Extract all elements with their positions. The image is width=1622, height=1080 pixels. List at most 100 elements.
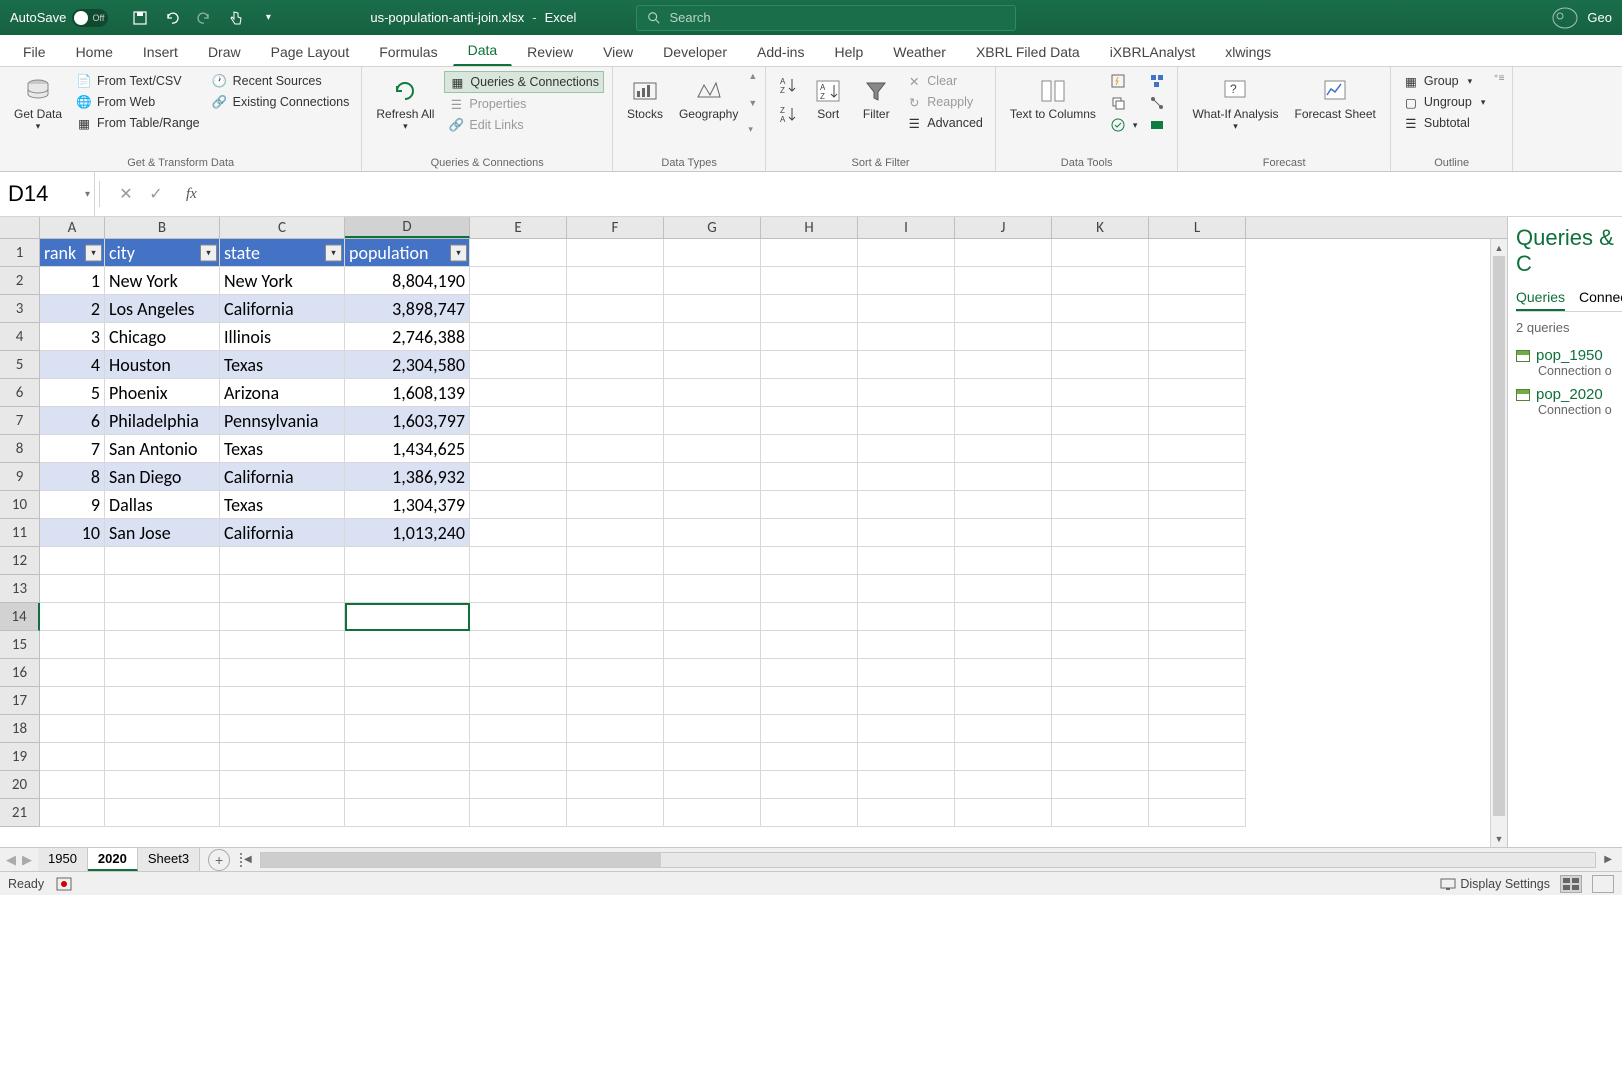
cell-K14[interactable]: [1052, 603, 1149, 631]
row-header-16[interactable]: 16: [0, 659, 40, 687]
cell-E14[interactable]: [470, 603, 567, 631]
select-all-button[interactable]: [0, 217, 40, 238]
cell-I19[interactable]: [858, 743, 955, 771]
cell-G6[interactable]: [664, 379, 761, 407]
datatype-down-button[interactable]: ▼: [748, 98, 757, 108]
cell-E19[interactable]: [470, 743, 567, 771]
cell-H10[interactable]: [761, 491, 858, 519]
cell-A3[interactable]: 2: [40, 295, 105, 323]
tab-add-ins[interactable]: Add-ins: [742, 37, 819, 66]
cell-C15[interactable]: [220, 631, 345, 659]
cell-C9[interactable]: California: [220, 463, 345, 491]
connections-tab[interactable]: Connect: [1579, 289, 1622, 311]
row-header-9[interactable]: 9: [0, 463, 40, 491]
cell-I12[interactable]: [858, 547, 955, 575]
filter-dropdown-rank[interactable]: [85, 244, 102, 261]
cell-F6[interactable]: [567, 379, 664, 407]
cell-J3[interactable]: [955, 295, 1052, 323]
cell-B12[interactable]: [105, 547, 220, 575]
cell-L10[interactable]: [1149, 491, 1246, 519]
cell-H9[interactable]: [761, 463, 858, 491]
cell-G5[interactable]: [664, 351, 761, 379]
tab-xbrl-filed-data[interactable]: XBRL Filed Data: [961, 37, 1095, 66]
column-header-B[interactable]: B: [105, 217, 220, 238]
cell-J8[interactable]: [955, 435, 1052, 463]
row-header-6[interactable]: 6: [0, 379, 40, 407]
vertical-scrollbar[interactable]: ▲ ▼: [1490, 239, 1507, 847]
tab-view[interactable]: View: [588, 37, 648, 66]
column-header-C[interactable]: C: [220, 217, 345, 238]
cell-H17[interactable]: [761, 687, 858, 715]
cell-I4[interactable]: [858, 323, 955, 351]
queries-tab[interactable]: Queries: [1516, 289, 1565, 311]
add-sheet-button[interactable]: +: [208, 849, 230, 871]
cell-A16[interactable]: [40, 659, 105, 687]
cell-I18[interactable]: [858, 715, 955, 743]
cell-A6[interactable]: 5: [40, 379, 105, 407]
remove-duplicates-button[interactable]: [1106, 93, 1142, 113]
cell-K2[interactable]: [1052, 267, 1149, 295]
cell-H1[interactable]: [761, 239, 858, 267]
cell-C12[interactable]: [220, 547, 345, 575]
cell-G20[interactable]: [664, 771, 761, 799]
cell-D14[interactable]: [345, 603, 470, 631]
cell-L5[interactable]: [1149, 351, 1246, 379]
ungroup-button[interactable]: ▢Ungroup ▾: [1399, 92, 1489, 112]
cell-K1[interactable]: [1052, 239, 1149, 267]
queries-connections-button[interactable]: ▦Queries & Connections: [444, 71, 604, 93]
cell-K13[interactable]: [1052, 575, 1149, 603]
namebox-dropdown-icon[interactable]: ▾: [85, 189, 90, 200]
cell-B8[interactable]: San Antonio: [105, 435, 220, 463]
column-header-H[interactable]: H: [761, 217, 858, 238]
cell-K6[interactable]: [1052, 379, 1149, 407]
cell-J13[interactable]: [955, 575, 1052, 603]
sheet-tab-2020[interactable]: 2020: [88, 848, 138, 871]
row-header-18[interactable]: 18: [0, 715, 40, 743]
cell-H12[interactable]: [761, 547, 858, 575]
cell-L21[interactable]: [1149, 799, 1246, 827]
cell-C7[interactable]: Pennsylvania: [220, 407, 345, 435]
tab-developer[interactable]: Developer: [648, 37, 742, 66]
fx-icon[interactable]: fx: [178, 186, 205, 203]
cell-J18[interactable]: [955, 715, 1052, 743]
hscroll-thumb[interactable]: [261, 853, 661, 867]
data-validation-button[interactable]: ▾: [1106, 115, 1142, 135]
cell-D1[interactable]: population: [345, 239, 470, 267]
cell-J17[interactable]: [955, 687, 1052, 715]
tab-review[interactable]: Review: [512, 37, 588, 66]
cell-C8[interactable]: Texas: [220, 435, 345, 463]
tab-xlwings[interactable]: xlwings: [1210, 37, 1286, 66]
cell-K8[interactable]: [1052, 435, 1149, 463]
cell-B3[interactable]: Los Angeles: [105, 295, 220, 323]
sheet-nav-next[interactable]: ▶: [20, 852, 34, 868]
column-header-J[interactable]: J: [955, 217, 1052, 238]
cell-D15[interactable]: [345, 631, 470, 659]
cell-D6[interactable]: 1,608,139: [345, 379, 470, 407]
stocks-button[interactable]: Stocks: [621, 71, 669, 125]
normal-view-button[interactable]: [1560, 875, 1582, 893]
account-name[interactable]: Geo: [1587, 10, 1612, 25]
cell-F19[interactable]: [567, 743, 664, 771]
from-text-csv-button[interactable]: 📄From Text/CSV: [72, 71, 204, 91]
cell-E10[interactable]: [470, 491, 567, 519]
cell-B14[interactable]: [105, 603, 220, 631]
cell-J19[interactable]: [955, 743, 1052, 771]
cell-H6[interactable]: [761, 379, 858, 407]
hscroll-left-button[interactable]: ◀: [244, 854, 252, 865]
cell-A19[interactable]: [40, 743, 105, 771]
cell-I8[interactable]: [858, 435, 955, 463]
column-header-E[interactable]: E: [470, 217, 567, 238]
cell-K17[interactable]: [1052, 687, 1149, 715]
cell-F5[interactable]: [567, 351, 664, 379]
cell-K18[interactable]: [1052, 715, 1149, 743]
cell-H11[interactable]: [761, 519, 858, 547]
cell-F15[interactable]: [567, 631, 664, 659]
cell-G9[interactable]: [664, 463, 761, 491]
cell-L16[interactable]: [1149, 659, 1246, 687]
row-header-11[interactable]: 11: [0, 519, 40, 547]
cell-H15[interactable]: [761, 631, 858, 659]
advanced-button[interactable]: ☰Advanced: [902, 113, 987, 133]
cell-C18[interactable]: [220, 715, 345, 743]
cell-G11[interactable]: [664, 519, 761, 547]
cell-E4[interactable]: [470, 323, 567, 351]
